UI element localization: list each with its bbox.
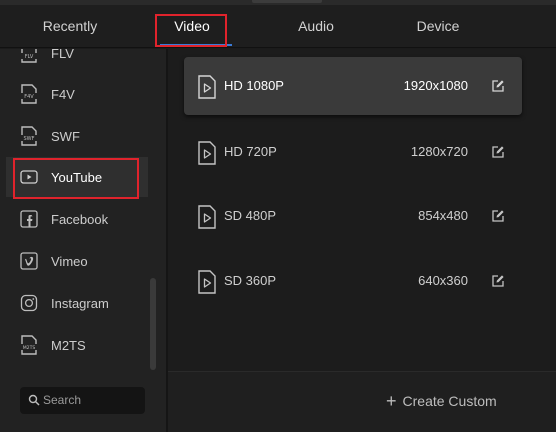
search-input[interactable]: Search [43, 393, 81, 407]
vimeo-icon [20, 252, 38, 270]
svg-text:F4V: F4V [24, 94, 34, 100]
sidebar-item-label: YouTube [51, 169, 103, 185]
sidebar-item-swf[interactable]: SWF SWF [6, 116, 148, 156]
format-sidebar: FLV FLV F4V F4V SWF SWF YouTube Facebook… [0, 49, 166, 432]
f4v-file-icon: F4V [20, 84, 38, 104]
preset-footer: + Create Custom [168, 371, 556, 432]
sidebar-item-label: Vimeo [51, 253, 88, 269]
create-custom-label: Create Custom [402, 393, 497, 409]
format-tab-bar: Recently Video Audio Device [0, 5, 556, 48]
sidebar-item-label: M2TS [51, 337, 86, 353]
svg-text:M2TS: M2TS [23, 345, 36, 351]
sidebar-scrollbar[interactable] [150, 278, 156, 370]
svg-text:FLV: FLV [25, 54, 34, 60]
youtube-play-icon [20, 170, 38, 184]
edit-icon[interactable] [491, 79, 505, 93]
create-custom-button[interactable]: + Create Custom [386, 391, 497, 411]
preset-name: HD 1080P [224, 78, 284, 93]
preset-resolution: 854x480 [418, 208, 468, 223]
preset-row-sd-360p[interactable]: SD 360P 640x360 [184, 252, 522, 310]
sidebar-item-facebook[interactable]: Facebook [6, 199, 148, 239]
flv-file-icon: FLV [20, 49, 38, 63]
preset-row-hd-1080p[interactable]: HD 1080P 1920x1080 [184, 57, 522, 115]
sidebar-item-label: FLV [51, 49, 74, 61]
tab-recently[interactable]: Recently [24, 5, 116, 48]
preset-resolution: 640x360 [418, 273, 468, 288]
video-file-icon [198, 75, 216, 99]
sidebar-item-label: F4V [51, 86, 75, 102]
preset-resolution: 1280x720 [410, 144, 468, 159]
facebook-icon [20, 210, 38, 228]
preset-row-sd-480p[interactable]: SD 480P 854x480 [184, 187, 522, 245]
video-file-icon [198, 270, 216, 294]
edit-icon[interactable] [491, 274, 505, 288]
preset-list: HD 1080P 1920x1080 HD 720P 1280x720 SD 4… [168, 49, 556, 371]
instagram-icon [20, 294, 38, 312]
search-box[interactable]: Search [20, 387, 145, 414]
plus-icon: + [386, 391, 397, 411]
preset-row-hd-720p[interactable]: HD 720P 1280x720 [184, 123, 522, 181]
svg-text:SWF: SWF [24, 136, 35, 142]
sidebar-item-youtube[interactable]: YouTube [6, 157, 148, 197]
preset-name: SD 480P [224, 208, 277, 223]
sidebar-item-label: Instagram [51, 295, 109, 311]
tab-audio[interactable]: Audio [276, 5, 356, 48]
window-notch [252, 0, 322, 3]
sidebar-item-vimeo[interactable]: Vimeo [6, 241, 148, 281]
edit-icon[interactable] [491, 209, 505, 223]
active-tab-underline [160, 44, 232, 46]
edit-icon[interactable] [491, 145, 505, 159]
preset-name: HD 720P [224, 144, 277, 159]
sidebar-item-instagram[interactable]: Instagram [6, 283, 148, 323]
video-file-icon [198, 205, 216, 229]
tab-device[interactable]: Device [398, 5, 478, 48]
tab-video[interactable]: Video [154, 5, 230, 48]
sidebar-item-flv[interactable]: FLV FLV [6, 49, 148, 73]
preset-name: SD 360P [224, 273, 277, 288]
sidebar-item-label: SWF [51, 128, 80, 144]
video-file-icon [198, 141, 216, 165]
search-icon [28, 394, 40, 406]
m2ts-file-icon: M2TS [20, 335, 38, 355]
sidebar-item-label: Facebook [51, 211, 109, 227]
sidebar-item-m2ts[interactable]: M2TS M2TS [6, 325, 148, 365]
preset-resolution: 1920x1080 [403, 78, 468, 93]
sidebar-item-f4v[interactable]: F4V F4V [6, 74, 148, 114]
swf-file-icon: SWF [20, 126, 38, 146]
